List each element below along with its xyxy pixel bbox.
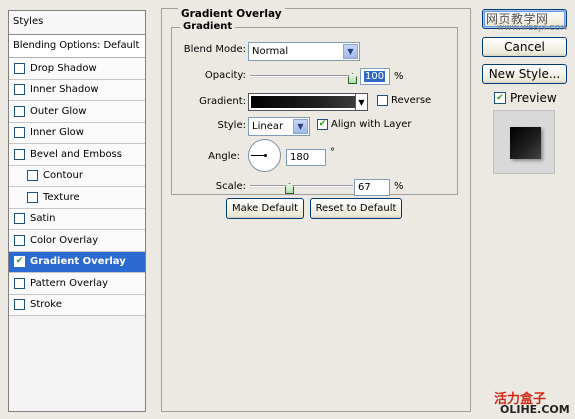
- gradient-preview-fill: [251, 96, 365, 108]
- scale-value: 67: [358, 182, 371, 193]
- style-item-label: Texture: [43, 191, 80, 203]
- angle-center: [264, 154, 267, 157]
- style-item-checkbox[interactable]: [14, 84, 25, 96]
- opacity-label: Opacity:: [204, 70, 246, 81]
- style-item-bevel-and-emboss[interactable]: Bevel and Emboss: [9, 144, 145, 166]
- preview-checkbox-box[interactable]: ✔: [494, 92, 506, 104]
- align-with-layer-checkbox[interactable]: ✔ Align with Layer: [317, 119, 412, 130]
- style-item-label: Satin: [30, 213, 56, 225]
- blend-mode-select[interactable]: Normal ▼: [248, 42, 360, 61]
- scale-unit: %: [394, 181, 404, 192]
- style-select[interactable]: Linear ▼: [248, 117, 310, 136]
- scale-slider[interactable]: [250, 185, 353, 188]
- style-item-label: Inner Glow: [30, 127, 84, 139]
- style-value: Linear: [252, 121, 284, 132]
- gradient-group-title: Gradient: [180, 21, 236, 32]
- style-item-checkbox[interactable]: [14, 234, 25, 246]
- style-item-checkbox[interactable]: [14, 127, 25, 139]
- style-item-checkbox[interactable]: [14, 105, 25, 117]
- align-checkbox-box[interactable]: ✔: [317, 119, 328, 130]
- style-item-drop-shadow[interactable]: Drop Shadow: [9, 58, 145, 80]
- style-item-inner-glow[interactable]: Inner Glow: [9, 122, 145, 144]
- opacity-slider[interactable]: [250, 75, 353, 78]
- opacity-value: 100: [364, 71, 386, 82]
- opacity-unit: %: [394, 71, 404, 82]
- gradient-group: Gradient Blend Mode: Normal ▼ Opacity: 1…: [171, 21, 458, 196]
- style-item-label: Pattern Overlay: [30, 277, 109, 289]
- align-label: Align with Layer: [331, 119, 412, 130]
- style-item-texture[interactable]: Texture: [9, 187, 145, 209]
- style-item-label: Bevel and Emboss: [30, 148, 122, 160]
- gradient-label: Gradient:: [199, 96, 246, 107]
- angle-input[interactable]: 180: [286, 149, 326, 166]
- angle-unit: °: [330, 147, 335, 158]
- reverse-checkbox[interactable]: Reverse: [377, 95, 431, 106]
- style-item-label: Drop Shadow: [30, 62, 97, 74]
- angle-label: Angle:: [208, 151, 240, 162]
- cancel-button[interactable]: Cancel: [482, 37, 567, 57]
- scale-label: Scale:: [215, 181, 246, 192]
- chevron-down-icon: ▼: [343, 44, 358, 59]
- blend-mode-label: Blend Mode:: [183, 44, 246, 55]
- opacity-input[interactable]: 100: [360, 68, 390, 85]
- style-item-stroke[interactable]: Stroke: [9, 294, 145, 316]
- style-item-contour[interactable]: Contour: [9, 165, 145, 187]
- style-item-label: Color Overlay: [30, 234, 99, 246]
- style-preview-swatch: [510, 127, 541, 159]
- gradient-picker[interactable]: ▼: [248, 93, 368, 111]
- styles-list-header: Styles: [9, 11, 145, 35]
- preview-label: Preview: [510, 91, 557, 105]
- style-item-checkbox[interactable]: [14, 277, 25, 289]
- styles-list: Styles Blending Options: Default Drop Sh…: [8, 10, 146, 412]
- style-item-checkbox[interactable]: [27, 191, 38, 203]
- style-item-outer-glow[interactable]: Outer Glow: [9, 101, 145, 123]
- style-item-label: Outer Glow: [30, 105, 87, 117]
- style-item-label: Stroke: [30, 299, 62, 311]
- style-item-checkbox[interactable]: [14, 62, 25, 74]
- reset-to-default-button[interactable]: Reset to Default: [310, 198, 402, 219]
- panel-title: Gradient Overlay: [178, 8, 285, 20]
- angle-dial[interactable]: [248, 139, 281, 172]
- reverse-label: Reverse: [391, 95, 432, 106]
- new-style-button[interactable]: New Style...: [482, 64, 567, 84]
- preview-checkbox[interactable]: ✔ Preview: [494, 91, 557, 105]
- style-item-checkbox[interactable]: ✔: [14, 256, 25, 268]
- chevron-down-icon: ▼: [293, 119, 308, 134]
- blending-options-item[interactable]: Blending Options: Default: [9, 35, 145, 58]
- style-label: Style:: [217, 120, 247, 131]
- watermark-top-sub: WWW.WEBJX.COM: [497, 24, 568, 32]
- style-item-checkbox[interactable]: [14, 213, 25, 225]
- reverse-checkbox-box[interactable]: [377, 95, 388, 106]
- style-item-label: Contour: [43, 170, 83, 182]
- style-item-gradient-overlay[interactable]: ✔ Gradient Overlay: [9, 251, 145, 273]
- blend-mode-value: Normal: [252, 46, 289, 57]
- style-item-checkbox[interactable]: [27, 170, 38, 182]
- style-item-color-overlay[interactable]: Color Overlay: [9, 230, 145, 252]
- gradient-overlay-panel: Gradient Overlay Gradient Blend Mode: No…: [161, 8, 471, 412]
- make-default-button[interactable]: Make Default: [226, 198, 304, 219]
- angle-value: 180: [290, 152, 310, 163]
- scale-input[interactable]: 67: [354, 179, 390, 196]
- style-item-pattern-overlay[interactable]: Pattern Overlay: [9, 273, 145, 295]
- style-item-label: Gradient Overlay: [30, 256, 126, 268]
- chevron-down-icon[interactable]: ▼: [355, 94, 367, 110]
- style-item-satin[interactable]: Satin: [9, 208, 145, 230]
- style-item-checkbox[interactable]: [14, 148, 25, 160]
- style-item-checkbox[interactable]: [14, 299, 25, 311]
- watermark-bottom-en: OLIHE.COM: [500, 403, 570, 416]
- style-item-label: Inner Shadow: [30, 84, 99, 96]
- style-item-inner-shadow[interactable]: Inner Shadow: [9, 79, 145, 101]
- style-preview: [493, 110, 555, 174]
